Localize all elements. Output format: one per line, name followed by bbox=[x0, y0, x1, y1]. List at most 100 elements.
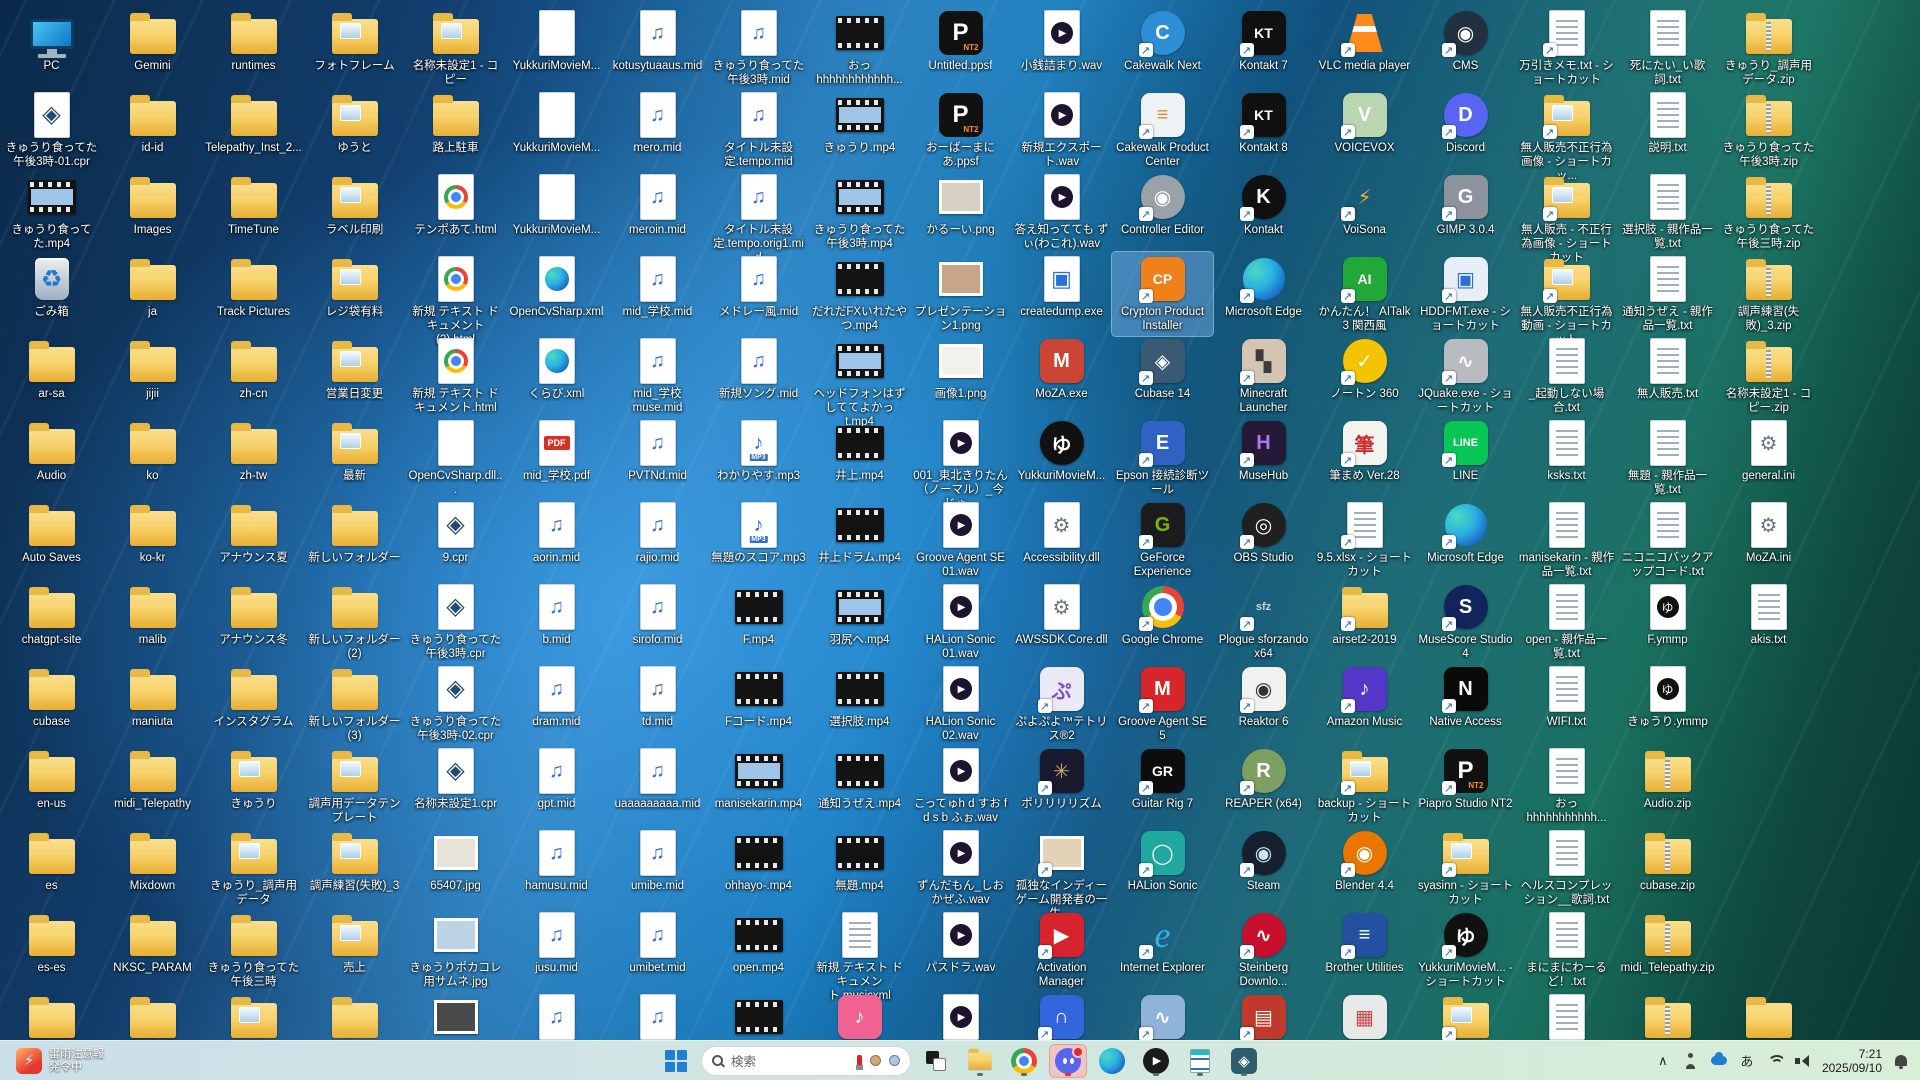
desktop-icon[interactable]: ↗ Microsoft Edge bbox=[1213, 252, 1314, 322]
desktop-icon[interactable]: ♫ メドレー風.mid bbox=[708, 252, 809, 322]
desktop-icon[interactable]: Mixdown bbox=[102, 826, 203, 896]
desktop-icon[interactable]: ⚡ ↗ VoiSona bbox=[1314, 170, 1415, 240]
desktop-icon[interactable]: ♫ dram.mid bbox=[506, 662, 607, 732]
desktop-icon[interactable]: ◈ きゅうり食ってた午後3時.cpr bbox=[405, 580, 506, 664]
desktop-icon[interactable]: きゅうり食ってた午後3時.zip bbox=[1718, 88, 1819, 172]
desktop-icon[interactable]: きゅうり食ってた午後3時.mp4 bbox=[809, 170, 910, 254]
desktop-icon[interactable]: ♫ hamusu.mid bbox=[506, 826, 607, 896]
edge-button[interactable] bbox=[1093, 1044, 1131, 1078]
desktop-icon[interactable]: Telepathy_Inst_2... bbox=[203, 88, 304, 158]
desktop-icon[interactable]: OpenCvSharp.xml bbox=[506, 252, 607, 322]
desktop-icon[interactable]: 売上 bbox=[304, 908, 405, 978]
search-input[interactable]: 検索 bbox=[701, 1045, 911, 1076]
desktop-icon[interactable]: ♪ MP3 無題のスコア.mp3 bbox=[708, 498, 809, 568]
desktop-icon[interactable]: ♫ mid_学校muse.mid bbox=[607, 334, 708, 418]
desktop-icon[interactable]: V ↗ VOICEVOX bbox=[1314, 88, 1415, 158]
wifi-icon[interactable] bbox=[1766, 1050, 1784, 1072]
desktop-icon[interactable]: ♫ jusu.mid bbox=[506, 908, 607, 978]
desktop-icon[interactable]: ksks.txt bbox=[1516, 416, 1617, 486]
desktop[interactable]: PC Gemini runtimes フォトフレーム 名称未設定1 - コピー Yukku… bbox=[0, 0, 1920, 1040]
desktop-icon[interactable]: ∿ ↗ JQuake.exe - ショートカット bbox=[1415, 334, 1516, 418]
desktop-icon[interactable]: ♫ aorin.mid bbox=[506, 498, 607, 568]
desktop-icon[interactable]: ∿ ↗ Steinberg Downlo... bbox=[1213, 908, 1314, 992]
desktop-icon[interactable]: Track Pictures bbox=[203, 252, 304, 322]
desktop-icon[interactable]: おっhhhhhhhhhhh... bbox=[1516, 744, 1617, 828]
desktop-icon[interactable]: ◈ 名称未設定1.cpr bbox=[405, 744, 506, 814]
desktop-icon[interactable]: きゅうり_調声用データ bbox=[203, 826, 304, 910]
desktop-icon[interactable]: ♫ mero.mid bbox=[607, 88, 708, 158]
desktop-icon[interactable]: id-id bbox=[102, 88, 203, 158]
desktop-icon[interactable]: manisekarin - 親作品一覧.txt bbox=[1516, 498, 1617, 582]
weather-widget[interactable]: ⚡ 雷雨注意報 発令中 bbox=[8, 1041, 112, 1080]
desktop-icon[interactable]: 調声練習(失敗)_3.zip bbox=[1718, 252, 1819, 336]
desktop-icon[interactable] bbox=[1516, 990, 1617, 1040]
desktop-icon[interactable]: ⚙ Accessibility.dll bbox=[1011, 498, 1112, 568]
desktop-icon[interactable]: Gemini bbox=[102, 6, 203, 76]
desktop-icon[interactable]: ⚙ AWSSDK.Core.dll bbox=[1011, 580, 1112, 650]
desktop-icon[interactable]: ♻ ごみ箱 bbox=[1, 252, 102, 322]
desktop-icon[interactable]: 選択肢 - 親作品一覧.txt bbox=[1617, 170, 1718, 254]
desktop-icon[interactable]: 死にたい_い歌詞.txt bbox=[1617, 6, 1718, 90]
desktop-icon[interactable]: TimeTune bbox=[203, 170, 304, 240]
desktop-icon[interactable]: 無題.mp4 bbox=[809, 826, 910, 896]
desktop-icon[interactable]: ♫ gpt.mid bbox=[506, 744, 607, 814]
media-player-button[interactable]: ▶ bbox=[1137, 1044, 1175, 1078]
desktop-icon[interactable]: ♪ bbox=[809, 990, 910, 1040]
desktop-icon[interactable]: 無人販売.txt bbox=[1617, 334, 1718, 404]
desktop-icon[interactable]: maniuta bbox=[102, 662, 203, 732]
desktop-icon[interactable]: cubase bbox=[1, 662, 102, 732]
desktop-icon[interactable]: ko bbox=[102, 416, 203, 486]
desktop-icon[interactable]: midi_Telepathy.zip bbox=[1617, 908, 1718, 978]
desktop-icon[interactable] bbox=[708, 990, 809, 1040]
desktop-icon[interactable]: 新しいフォルダー bbox=[304, 498, 405, 568]
desktop-icon[interactable]: きゅうり食ってた.mp4 bbox=[1, 170, 102, 254]
desktop-icon[interactable]: ▶ ずんだもん_しおかぜふ.wav bbox=[910, 826, 1011, 910]
desktop-icon[interactable]: NKSC_PARAM bbox=[102, 908, 203, 978]
desktop-icon[interactable]: runtimes bbox=[203, 6, 304, 76]
desktop-icon[interactable]: 新規 テキスト ドキュメント.html bbox=[405, 334, 506, 418]
desktop-icon[interactable]: H ↗ MuseHub bbox=[1213, 416, 1314, 486]
desktop-icon[interactable]: ♫ PVTNd.mid bbox=[607, 416, 708, 486]
desktop-icon[interactable]: F.mp4 bbox=[708, 580, 809, 650]
desktop-icon[interactable]: GR ↗ Guitar Rig 7 bbox=[1112, 744, 1213, 814]
desktop-icon[interactable]: インスタグラム bbox=[203, 662, 304, 732]
discord-button[interactable] bbox=[1049, 1043, 1087, 1078]
desktop-icon[interactable]: 営業日変更 bbox=[304, 334, 405, 404]
desktop-icon[interactable]: ♫ td.mid bbox=[607, 662, 708, 732]
notification-bell-icon[interactable] bbox=[1892, 1050, 1910, 1072]
desktop-icon[interactable]: YukkuriMovieM... bbox=[506, 170, 607, 240]
desktop-icon[interactable]: E ↗ Epson 接続診断ツール bbox=[1112, 416, 1213, 500]
desktop-icon[interactable]: ✳ ↗ ポリリリリズム bbox=[1011, 744, 1112, 814]
desktop-icon[interactable]: ♫ uaaaaaaaaa.mid bbox=[607, 744, 708, 814]
desktop-icon[interactable]: ▶ bbox=[910, 990, 1011, 1040]
desktop-icon[interactable]: アナウンス夏 bbox=[203, 498, 304, 568]
desktop-icon[interactable]: ♪ ↗ Amazon Music bbox=[1314, 662, 1415, 732]
desktop-icon[interactable]: ◉ ↗ Steam bbox=[1213, 826, 1314, 896]
desktop-icon[interactable]: zh-cn bbox=[203, 334, 304, 404]
desktop-icon[interactable]: 井上ドラム.mp4 bbox=[809, 498, 910, 568]
desktop-icon[interactable]: K ↗ Kontakt bbox=[1213, 170, 1314, 240]
desktop-icon[interactable]: ♫ sirofo.mid bbox=[607, 580, 708, 650]
desktop-icon[interactable]: ⚙ general.ini bbox=[1718, 416, 1819, 486]
desktop-icon[interactable]: ♫ タイトル未設定.tempo.mid bbox=[708, 88, 809, 172]
desktop-icon[interactable] bbox=[405, 990, 506, 1040]
desktop-icon[interactable]: PC bbox=[1, 6, 102, 76]
desktop-icon[interactable]: 無題 - 親作品一覧.txt bbox=[1617, 416, 1718, 500]
desktop-icon[interactable]: ◉ ↗ Blender 4.4 bbox=[1314, 826, 1415, 896]
desktop-icon[interactable]: ▶ パスドラ.wav bbox=[910, 908, 1011, 978]
desktop-icon[interactable]: ♫ 新規ソング.mid bbox=[708, 334, 809, 404]
desktop-icon[interactable]: ohhayo-.mp4 bbox=[708, 826, 809, 896]
desktop-icon[interactable]: zh-tw bbox=[203, 416, 304, 486]
desktop-icon[interactable]: ♫ kotusytuaaus.mid bbox=[607, 6, 708, 76]
tray-cloud-icon[interactable] bbox=[1710, 1050, 1728, 1072]
desktop-icon[interactable]: 画像1.png bbox=[910, 334, 1011, 404]
desktop-icon[interactable]: Fコード.mp4 bbox=[708, 662, 809, 732]
desktop-icon[interactable]: ≡ ↗ Cakewalk Product Center bbox=[1112, 88, 1213, 172]
start-button[interactable] bbox=[657, 1044, 695, 1078]
cubase-button[interactable]: ◈ bbox=[1225, 1044, 1263, 1078]
desktop-icon[interactable]: ◈ きゅうり食ってた午後3時-01.cpr bbox=[1, 88, 102, 172]
desktop-icon[interactable]: 調声用データテンプレート bbox=[304, 744, 405, 828]
desktop-icon[interactable]: chatgpt-site bbox=[1, 580, 102, 650]
desktop-icon[interactable]: ニコニコバックアップコード.txt bbox=[1617, 498, 1718, 582]
desktop-icon[interactable]: malib bbox=[102, 580, 203, 650]
